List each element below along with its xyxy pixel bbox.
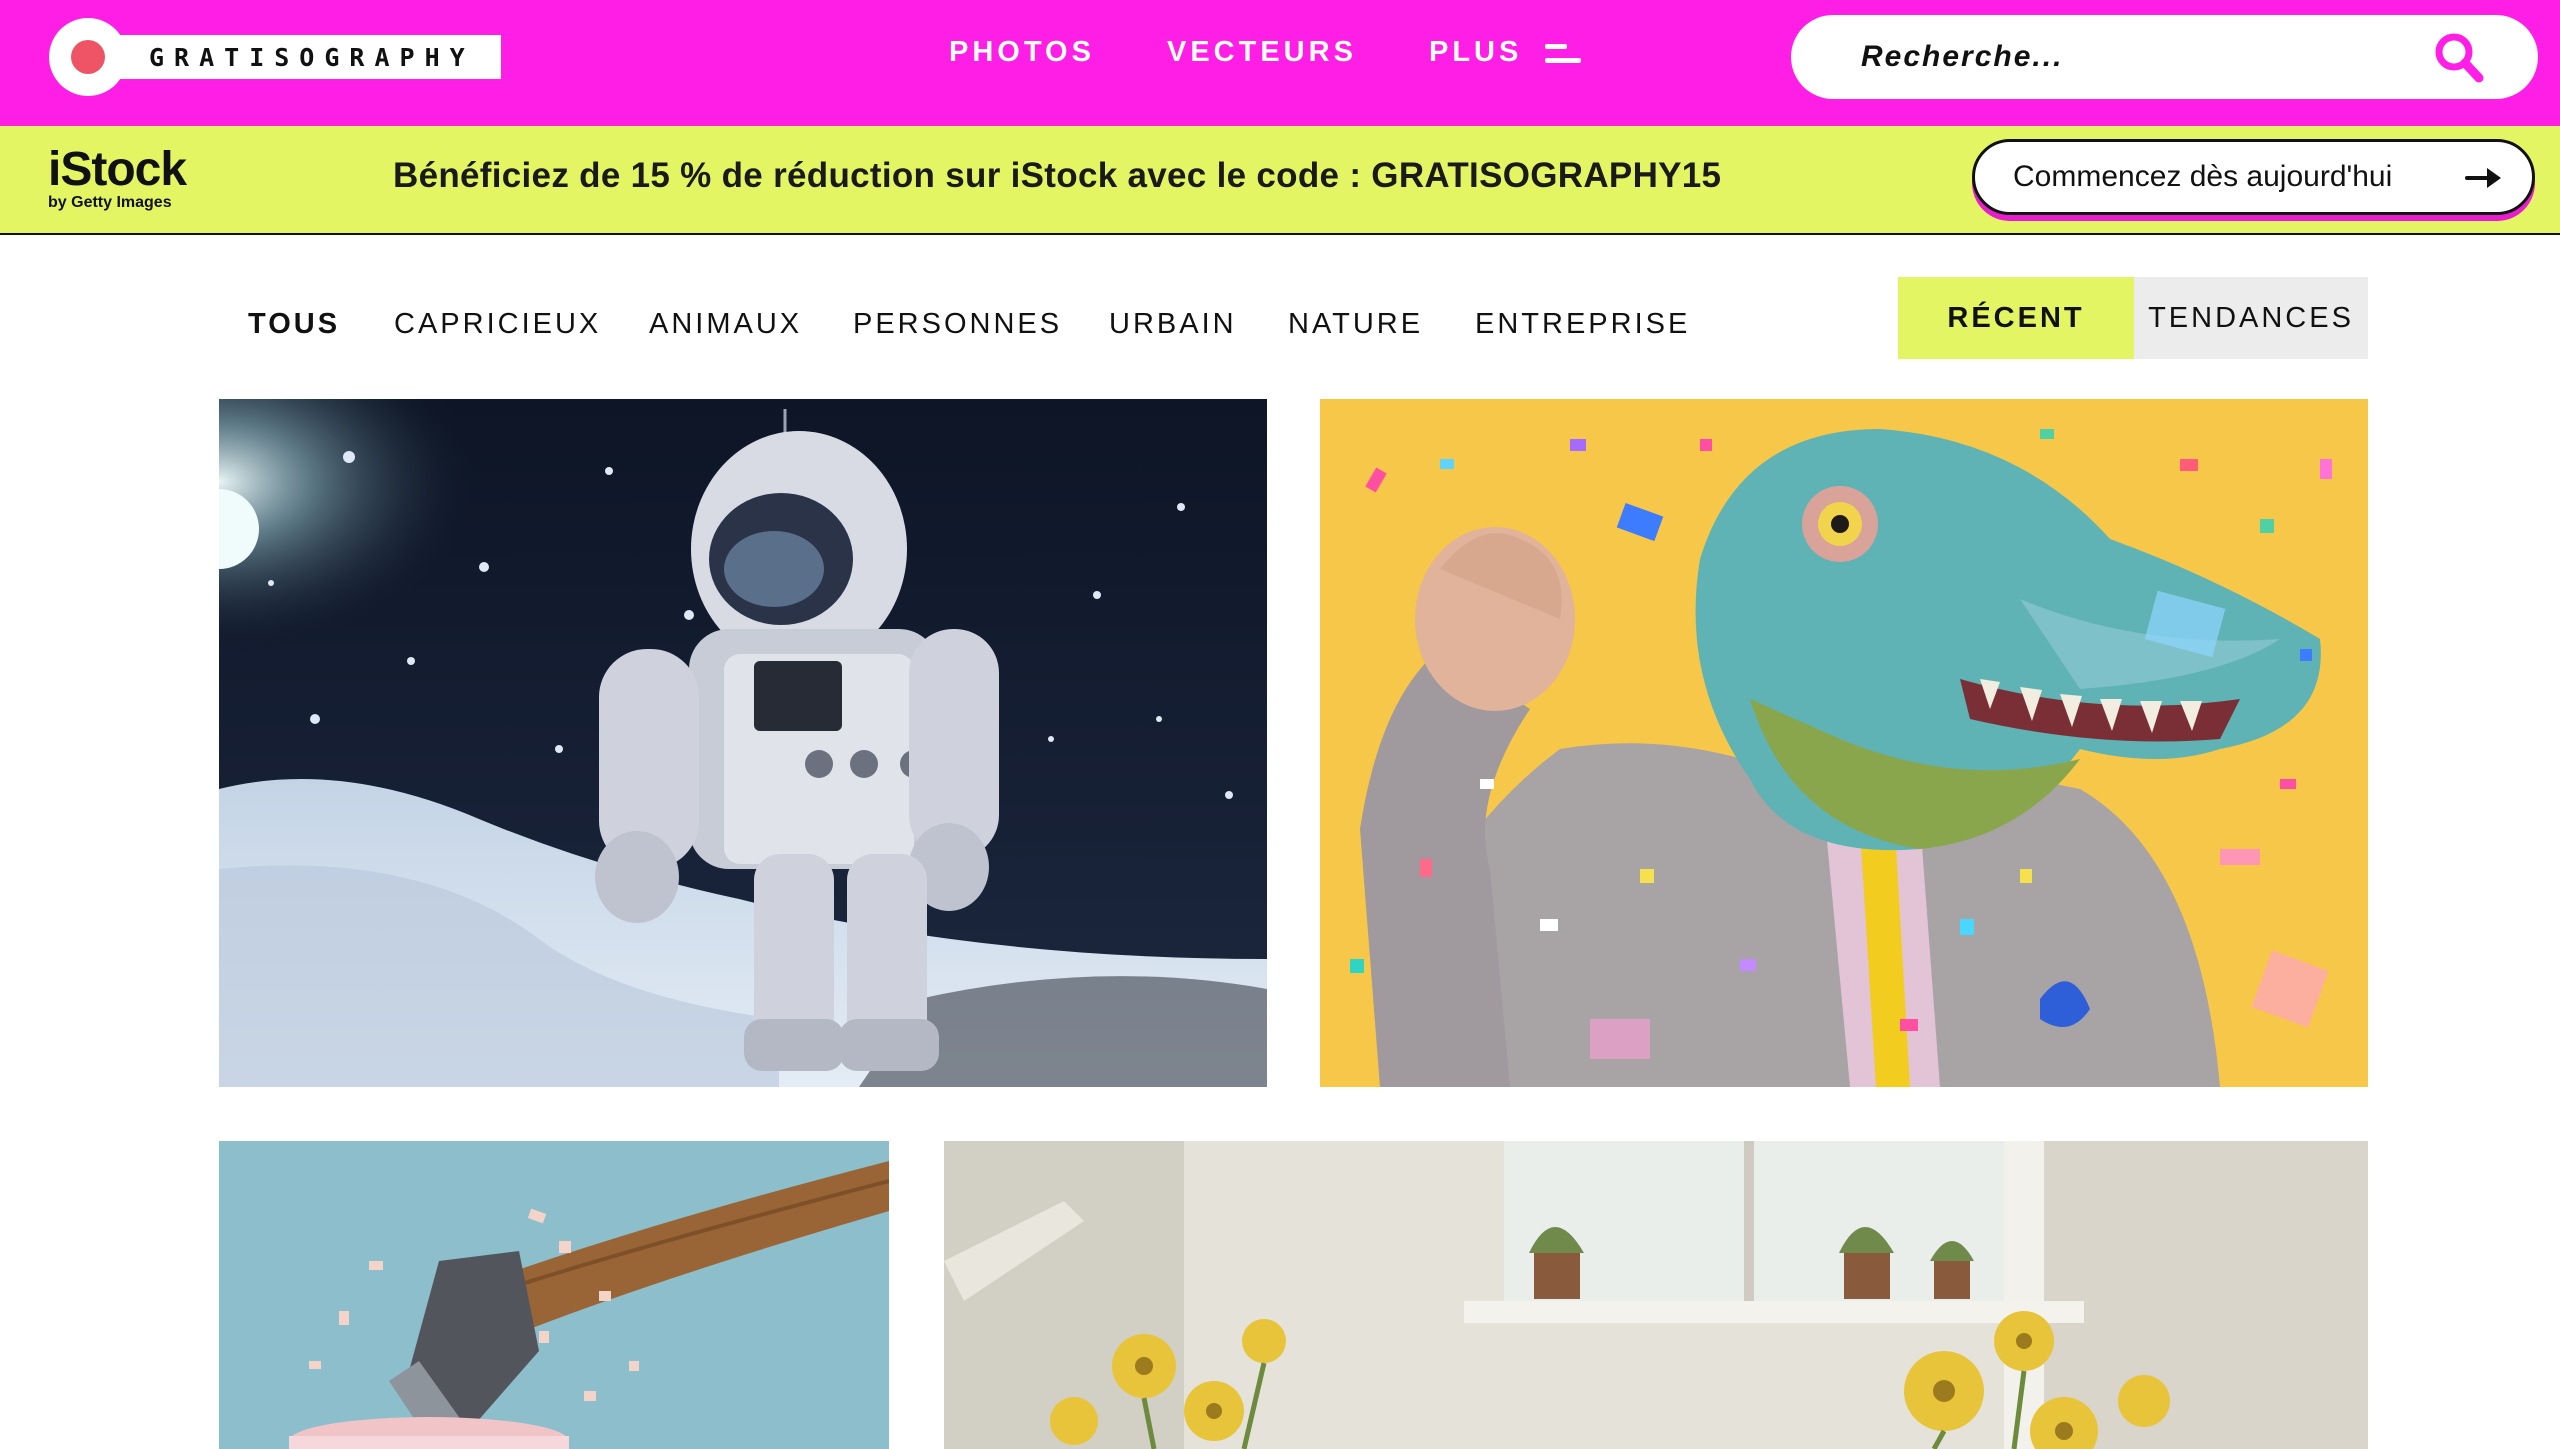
category-capricieux[interactable]: CAPRICIEUX [394, 308, 601, 341]
search-input[interactable] [1861, 35, 2401, 79]
istock-brand: iStock [48, 143, 187, 196]
nav-more[interactable]: PLUS [1429, 36, 1522, 69]
photo-axe-cake[interactable] [219, 1141, 889, 1449]
nav-photos[interactable]: PHOTOS [949, 36, 1095, 69]
promo-cta-label: Commencez dès aujourd'hui [2013, 160, 2393, 193]
logo-wordmark: GRATISOGRAPHY [149, 42, 475, 72]
promo-banner: iStock by Getty Images Bénéficiez de 15 … [0, 126, 2560, 235]
category-entreprise[interactable]: ENTREPRISE [1475, 308, 1690, 341]
menu-lines-icon[interactable] [1545, 42, 1581, 68]
search-bar [1791, 15, 2538, 99]
category-tous[interactable]: TOUS [248, 308, 340, 341]
promo-text: Bénéficiez de 15 % de réduction sur iSto… [393, 156, 1722, 195]
logo-dot [71, 40, 105, 74]
nav-vectors[interactable]: VECTEURS [1167, 36, 1357, 69]
arrow-right-icon [2465, 168, 2501, 188]
logo-wordmark-box: GRATISOGRAPHY [87, 35, 501, 79]
site-header: GRATISOGRAPHY PHOTOS VECTEURS PLUS [0, 0, 2560, 126]
category-nature[interactable]: NATURE [1288, 308, 1423, 341]
site-logo[interactable]: GRATISOGRAPHY [49, 18, 501, 96]
istock-logo[interactable]: iStock by Getty Images [48, 143, 187, 212]
sort-recent-tab[interactable]: RÉCENT [1898, 277, 2134, 359]
photo-astronaut-on-moon[interactable] [219, 399, 1267, 1087]
search-icon[interactable] [2429, 28, 2489, 88]
logo-circle [49, 18, 127, 96]
photo-dinosaur-mask-man[interactable] [1320, 399, 2368, 1087]
category-personnes[interactable]: PERSONNES [853, 308, 1062, 341]
sort-trending-tab[interactable]: TENDANCES [2134, 277, 2368, 359]
istock-brand-sub: by Getty Images [48, 194, 172, 211]
photo-flowers-window[interactable] [944, 1141, 2368, 1449]
category-animaux[interactable]: ANIMAUX [649, 308, 802, 341]
category-urbain[interactable]: URBAIN [1109, 308, 1237, 341]
promo-cta-button[interactable]: Commencez dès aujourd'hui [1972, 139, 2535, 215]
